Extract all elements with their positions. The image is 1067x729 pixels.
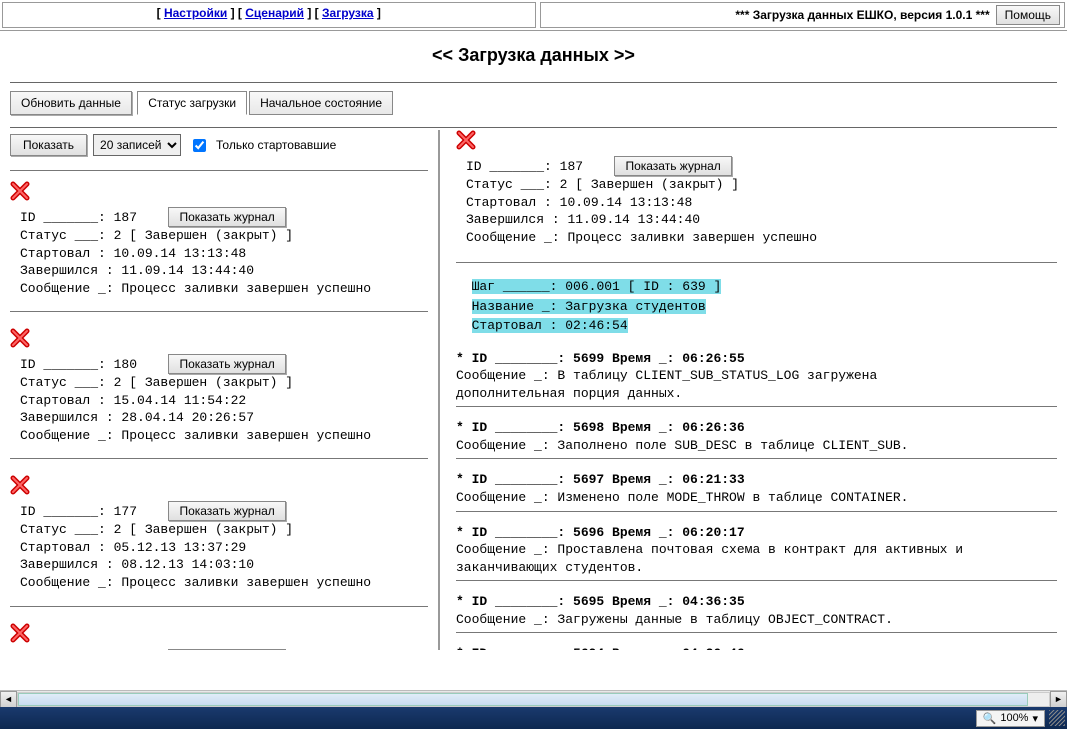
log-item: * ID ________: 5699 Время _: 06:26:55 Со… bbox=[456, 350, 1057, 408]
show-log-button[interactable]: Показать журнал bbox=[614, 156, 731, 176]
only-started-label: Только стартовавшие bbox=[216, 138, 336, 152]
show-log-button[interactable]: Показать журнал bbox=[168, 649, 285, 650]
log-item: * ID ________: 5698 Время _: 06:26:36 Со… bbox=[456, 419, 1057, 459]
app-title: *** Загрузка данных ЕШКО, версия 1.0.1 *… bbox=[735, 8, 989, 22]
only-started-checkbox[interactable] bbox=[193, 139, 206, 152]
zoom-icon: 🔍 bbox=[983, 712, 997, 725]
delete-icon[interactable] bbox=[456, 130, 476, 150]
zoom-indicator[interactable]: 🔍 100% ▾ bbox=[976, 710, 1045, 727]
list-item: ID _______: 177 Показать журнал Статус _… bbox=[10, 475, 428, 606]
scroll-right-icon[interactable]: ► bbox=[1050, 691, 1067, 708]
log-item: * ID ________: 5696 Время _: 06:20:17 Со… bbox=[456, 524, 1057, 582]
nav-scenario[interactable]: Сценарий bbox=[245, 6, 304, 20]
horizontal-scrollbar[interactable]: ◄ ► bbox=[0, 690, 1067, 707]
resize-grip-icon[interactable] bbox=[1049, 710, 1065, 726]
left-panel: Показать 20 записей Только стартовавшие … bbox=[10, 130, 440, 650]
status-bar: 🔍 100% ▾ bbox=[0, 707, 1067, 729]
refresh-button[interactable]: Обновить данные bbox=[10, 91, 132, 115]
app-title-bar: *** Загрузка данных ЕШКО, версия 1.0.1 *… bbox=[540, 2, 1066, 28]
log-item: * ID ________: 5694 Время _: 04:20:46 Со… bbox=[456, 645, 1057, 650]
records-select[interactable]: 20 записей bbox=[93, 134, 181, 156]
log-item: * ID ________: 5697 Время _: 06:21:33 Со… bbox=[456, 471, 1057, 511]
page-title: << Загрузка данных >> bbox=[0, 31, 1067, 80]
list-item: ID _______: 180 Показать журнал Статус _… bbox=[10, 328, 428, 459]
right-panel: ID _______: 187 Показать журнал Статус _… bbox=[440, 130, 1057, 650]
delete-icon[interactable] bbox=[10, 328, 30, 348]
tab-initial[interactable]: Начальное состояние bbox=[249, 91, 393, 115]
nav-links: [ Настройки ] [ Сценарий ] [ Загрузка ] bbox=[2, 2, 536, 28]
help-button[interactable]: Помощь bbox=[996, 5, 1060, 25]
scroll-left-icon[interactable]: ◄ bbox=[0, 691, 17, 708]
nav-settings[interactable]: Настройки bbox=[164, 6, 227, 20]
detail-block: ID _______: 187 Показать журнал Статус _… bbox=[466, 156, 1057, 246]
delete-icon[interactable] bbox=[10, 475, 30, 495]
show-button[interactable]: Показать bbox=[10, 134, 87, 156]
toolbar: Обновить данные Статус загрузкиНачальное… bbox=[0, 85, 1067, 125]
show-log-button[interactable]: Показать журнал bbox=[168, 501, 285, 521]
list-item: ID _______: 187 Показать журнал Статус _… bbox=[10, 181, 428, 312]
delete-icon[interactable] bbox=[10, 181, 30, 201]
show-log-button[interactable]: Показать журнал bbox=[168, 354, 285, 374]
delete-icon[interactable] bbox=[10, 623, 30, 643]
list-item: ID _______: 175 Показать журнал Статус _… bbox=[10, 623, 428, 650]
tab-status[interactable]: Статус загрузки bbox=[137, 91, 247, 115]
nav-load[interactable]: Загрузка bbox=[322, 6, 374, 20]
step-block: Шаг ______: 006.001 [ ID : 639 ] Названи… bbox=[456, 277, 1057, 336]
log-item: * ID ________: 5695 Время _: 04:36:35 Со… bbox=[456, 593, 1057, 633]
show-log-button[interactable]: Показать журнал bbox=[168, 207, 285, 227]
